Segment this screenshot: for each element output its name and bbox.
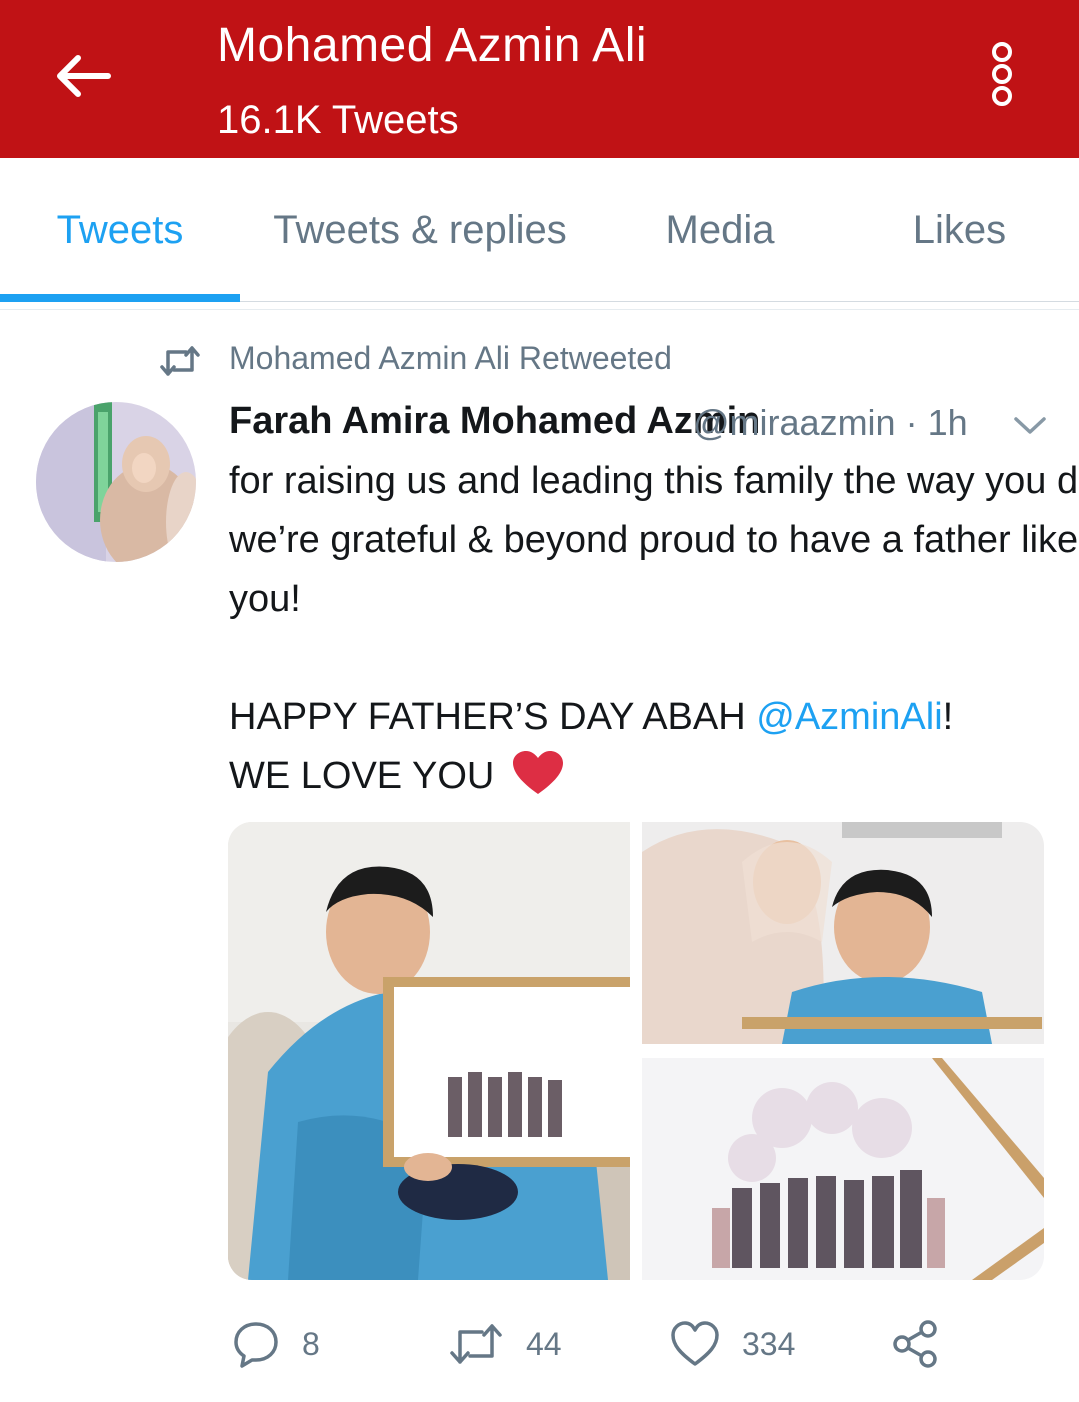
tweet-greeting-line: HAPPY FATHER’S DAY ABAH @AzminAli!	[229, 688, 1049, 747]
closing-text: WE LOVE YOU	[229, 755, 505, 797]
media-photo-3[interactable]	[642, 1058, 1044, 1280]
greeting-suffix: !	[942, 696, 954, 738]
tab-media[interactable]: Media	[600, 158, 840, 302]
tweet-line: you!	[229, 578, 301, 620]
red-heart-icon	[512, 751, 563, 794]
media-photo-2[interactable]	[642, 822, 1044, 1044]
photo-family-illustration	[642, 1058, 1044, 1280]
greeting-prefix: HAPPY FATHER’S DAY ABAH	[229, 696, 757, 738]
retweet-icon	[450, 1324, 502, 1364]
avatar[interactable]	[36, 402, 196, 562]
chevron-down-icon[interactable]	[1008, 410, 1052, 440]
author-name[interactable]: Farah Amira Mohamed Azmin	[229, 400, 760, 443]
back-button[interactable]	[48, 40, 120, 112]
more-dot	[992, 64, 1012, 84]
profile-name-title: Mohamed Azmin Ali	[217, 19, 648, 72]
tweet-media-grid	[228, 822, 1044, 1280]
like-count: 334	[742, 1325, 796, 1362]
share-button[interactable]	[890, 1316, 940, 1372]
photo-couple	[642, 822, 1044, 1044]
tweet-line: we’re grateful & beyond proud to have a …	[229, 519, 1079, 561]
tweet-count: 16.1K Tweets	[217, 98, 459, 142]
reply-icon	[234, 1322, 278, 1368]
divider	[0, 309, 1079, 310]
retweet-icon	[160, 346, 200, 376]
mention-link[interactable]: @AzminAli	[756, 696, 942, 738]
photo-father-with-frame	[228, 822, 630, 1280]
reply-button[interactable]: 8	[232, 1316, 320, 1372]
tab-tweets[interactable]: Tweets	[0, 158, 240, 302]
retweeted-by-label: Mohamed Azmin Ali Retweeted	[229, 340, 672, 376]
media-photo-1[interactable]	[228, 822, 630, 1280]
tweet-text: for raising us and leading this family t…	[229, 452, 1079, 806]
profile-tabs: Tweets Tweets & replies Media Likes	[0, 158, 1079, 302]
tweet-closing-line: WE LOVE YOU	[229, 747, 1049, 806]
avatar-image	[36, 402, 196, 562]
tab-likes[interactable]: Likes	[840, 158, 1079, 302]
arrow-left-icon	[57, 55, 111, 97]
more-vertical-icon	[992, 42, 1012, 62]
app-header: Mohamed Azmin Ali 16.1K Tweets	[0, 0, 1079, 158]
more-options-button[interactable]	[976, 36, 1028, 112]
more-dot	[992, 86, 1012, 106]
tab-tweets-replies[interactable]: Tweets & replies	[240, 158, 600, 302]
retweet-count: 44	[526, 1325, 562, 1362]
like-button[interactable]: 334	[670, 1316, 795, 1372]
active-tab-indicator	[0, 294, 240, 302]
heart-icon	[671, 1321, 719, 1366]
reply-count: 8	[302, 1325, 320, 1362]
retweet-button[interactable]: 44	[448, 1316, 562, 1372]
tweet-line: for raising us and leading this family t…	[229, 460, 1079, 502]
share-icon	[893, 1320, 937, 1368]
author-handle-time: @miraazmin · 1h	[693, 402, 968, 443]
